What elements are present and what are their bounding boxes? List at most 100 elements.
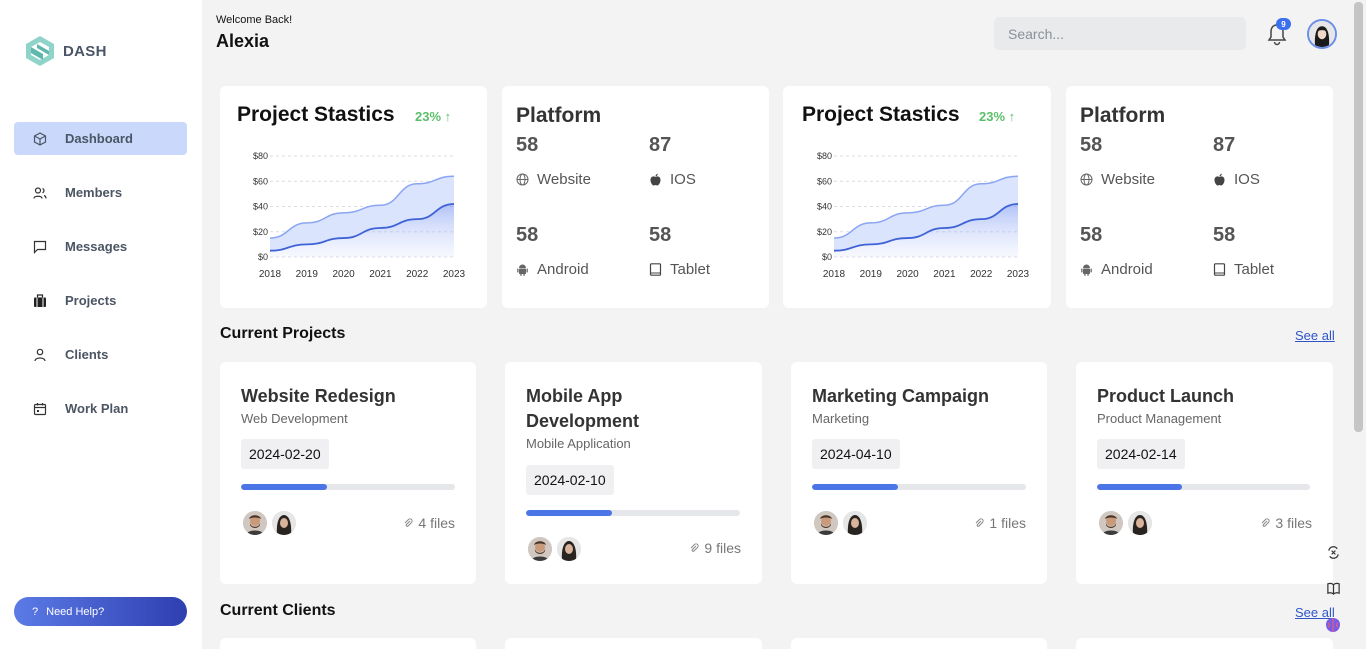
see-all-projects-link[interactable]: See all: [1295, 328, 1335, 343]
brain-icon[interactable]: [1321, 613, 1345, 637]
project-team: [814, 511, 867, 535]
client-card[interactable]: [1076, 638, 1333, 649]
project-card[interactable]: Website Redesign Web Development 2024-02…: [220, 362, 476, 584]
project-title: Product Launch: [1097, 386, 1235, 406]
x-tick-label: 2023: [443, 269, 466, 280]
android-icon: [1081, 264, 1092, 276]
avatar[interactable]: [814, 511, 838, 535]
avatar[interactable]: [243, 511, 267, 535]
y-tick-label: $40: [253, 202, 268, 212]
project-card[interactable]: Mobile App Development Mobile Applicatio…: [505, 362, 762, 584]
need-help-button[interactable]: ? Need Help?: [14, 597, 187, 626]
y-tick-label: $0: [258, 252, 268, 262]
project-team: [528, 537, 581, 561]
platform-label-website: Website: [1080, 171, 1155, 188]
avatar[interactable]: [843, 511, 867, 535]
sidebar-item-dashboard[interactable]: Dashboard: [14, 122, 187, 155]
logo-icon: [26, 36, 54, 66]
platform-value-ios: 87: [1213, 134, 1236, 156]
stats-title: Project Stastics: [802, 103, 960, 126]
sidebar-nav: Dashboard Members Messages Projects Clie…: [14, 122, 187, 446]
platform-label-text: Tablet: [670, 261, 711, 278]
sidebar-item-messages[interactable]: Messages: [14, 230, 187, 263]
project-files[interactable]: 1 files: [974, 515, 1026, 531]
avatar[interactable]: [1099, 511, 1123, 535]
sidebar-item-members[interactable]: Members: [14, 176, 187, 209]
platform-value-android: 58: [1080, 224, 1103, 246]
client-card[interactable]: [220, 638, 476, 649]
project-card[interactable]: Product Launch Product Management 2024-0…: [1076, 362, 1333, 584]
stats-title: Project Stastics: [237, 103, 395, 126]
avatar[interactable]: [1128, 511, 1152, 535]
project-category: Web Development: [241, 411, 348, 426]
avatar[interactable]: [1307, 19, 1337, 49]
platform-label-tablet: Tablet: [649, 261, 710, 278]
client-card[interactable]: [791, 638, 1047, 649]
project-progress: [812, 484, 1026, 490]
platform-value-ios: 87: [649, 134, 672, 156]
translate-icon[interactable]: [1321, 540, 1345, 564]
paperclip-icon: [691, 543, 699, 552]
x-tick-label: 2023: [1007, 269, 1030, 280]
project-files[interactable]: 3 files: [1260, 515, 1312, 531]
y-tick-label: $60: [253, 176, 268, 186]
brand-logo[interactable]: DASH: [23, 34, 107, 68]
stats-change: 23% ↑: [415, 109, 452, 124]
project-title: Website Redesign: [241, 386, 396, 406]
users-icon: [33, 186, 47, 200]
project-team: [1099, 511, 1152, 535]
project-card[interactable]: Marketing Campaign Marketing 2024-04-10 …: [791, 362, 1047, 584]
platform-label-website: Website: [516, 171, 591, 188]
avatar[interactable]: [528, 537, 552, 561]
cube-icon: [33, 131, 47, 146]
current-projects-title: Current Projects: [220, 325, 346, 342]
globe-icon: [516, 173, 529, 186]
platform-title: Platform: [1080, 104, 1166, 127]
platform-label-tablet: Tablet: [1213, 261, 1274, 278]
sidebar: DASH Dashboard Members Messages Projects: [0, 0, 202, 649]
stats-change: 23% ↑: [979, 109, 1016, 124]
scrollbar-thumb[interactable]: [1354, 2, 1363, 432]
sidebar-item-label: Work Plan: [65, 401, 129, 416]
platform-label-text: Website: [1101, 171, 1155, 188]
project-files[interactable]: 9 files: [689, 540, 741, 556]
platform-label-ios: IOS: [649, 171, 696, 188]
x-tick-label: 2021: [369, 269, 392, 280]
page-title: Alexia: [216, 31, 270, 51]
platform-card: Platform 58 Website 87 IOS 58 Android 58…: [502, 86, 769, 308]
platform-label-text: Android: [537, 261, 589, 278]
tablet-icon: [649, 263, 662, 276]
project-title: Mobile App Development: [526, 386, 640, 431]
sidebar-item-clients[interactable]: Clients: [14, 338, 187, 371]
calendar-icon: [33, 402, 47, 416]
book-icon[interactable]: [1321, 576, 1345, 600]
platform-card: Platform 58 Website 87 IOS 58 Android 58…: [1066, 86, 1333, 308]
platform-value-website: 58: [1080, 134, 1103, 156]
platform-label-text: IOS: [670, 171, 696, 188]
project-progress: [241, 484, 455, 490]
platform-value-tablet: 58: [649, 224, 672, 246]
platform-label-text: Website: [537, 171, 591, 188]
project-progress: [526, 510, 740, 516]
sidebar-item-label: Messages: [65, 239, 128, 254]
x-tick-label: 2018: [259, 269, 282, 280]
x-tick-label: 2020: [896, 269, 919, 280]
search-input[interactable]: [994, 17, 1246, 50]
sidebar-item-work-plan[interactable]: Work Plan: [14, 392, 187, 425]
avatar[interactable]: [272, 511, 296, 535]
paperclip-icon: [1262, 518, 1270, 527]
platform-label-text: IOS: [1234, 171, 1260, 188]
project-files-label: 4 files: [418, 515, 455, 531]
platform-label-text: Tablet: [1234, 261, 1275, 278]
avatar[interactable]: [557, 537, 581, 561]
sidebar-item-projects[interactable]: Projects: [14, 284, 187, 317]
x-tick-label: 2018: [823, 269, 846, 280]
y-tick-label: $60: [817, 176, 832, 186]
project-files[interactable]: 4 files: [403, 515, 455, 531]
x-tick-label: 2022: [970, 269, 993, 280]
platform-value-tablet: 58: [1213, 224, 1236, 246]
apple-icon: [1214, 173, 1225, 186]
notification-badge: 9: [1276, 18, 1291, 30]
client-card[interactable]: [505, 638, 762, 649]
y-tick-label: $80: [817, 151, 832, 161]
